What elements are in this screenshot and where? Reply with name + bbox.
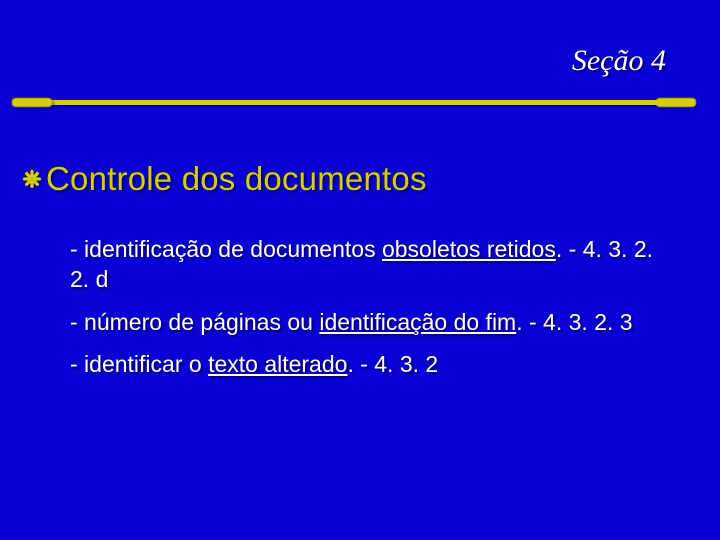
list-item: - identificar o texto alterado. - 4. 3. … xyxy=(70,349,676,379)
divider xyxy=(0,100,720,105)
slide-title: Controle dos documentos xyxy=(22,160,427,198)
section-label: Seção 4 xyxy=(572,44,666,78)
flower-bullet-icon xyxy=(22,169,42,189)
list-item: - identificação de documentos obsoletos … xyxy=(70,234,676,295)
body-text: - identificação de documentos obsoletos … xyxy=(70,234,676,391)
list-item: - número de páginas ou identificação do … xyxy=(70,307,676,337)
slide-title-text: Controle dos documentos xyxy=(46,160,427,198)
